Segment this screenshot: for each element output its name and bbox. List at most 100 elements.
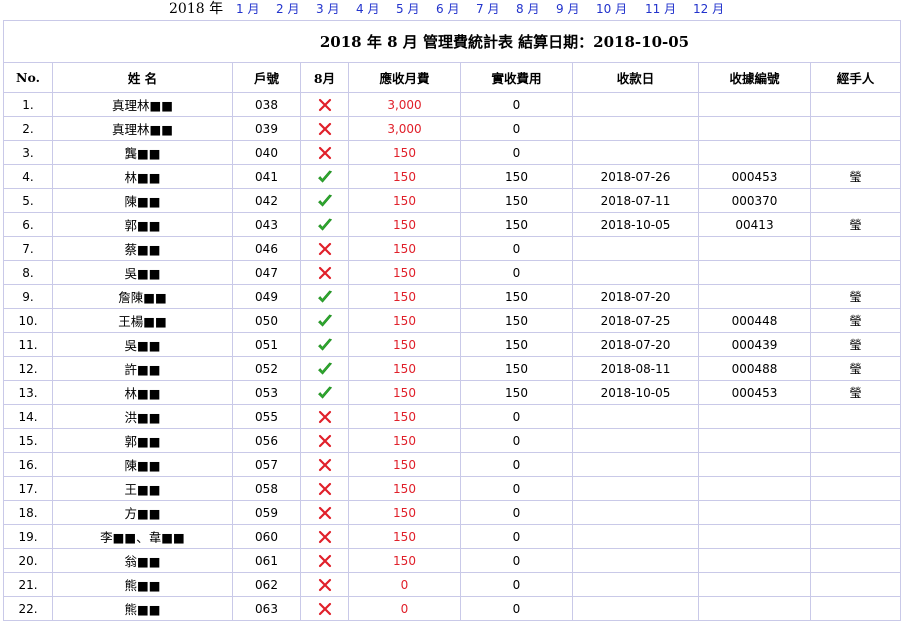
cell-receipt xyxy=(698,476,811,501)
cell-received: 0 xyxy=(460,452,573,477)
cell-mark xyxy=(300,260,349,285)
month-link-4[interactable]: 4 月 xyxy=(356,1,379,17)
cell-mark xyxy=(300,380,349,405)
cell-due: 150 xyxy=(348,356,461,381)
month-link-2[interactable]: 2 月 xyxy=(276,1,299,17)
cell-name: 翁■■ xyxy=(52,548,233,573)
cell-receipt: 000488 xyxy=(698,356,811,381)
cell-due: 150 xyxy=(348,380,461,405)
cell-receipt xyxy=(698,236,811,261)
cell-due: 150 xyxy=(348,428,461,453)
cell-unit: 046 xyxy=(232,236,301,261)
cell-unit: 052 xyxy=(232,356,301,381)
cell-handler: 瑩 xyxy=(810,332,901,357)
cell-due: 150 xyxy=(348,476,461,501)
cell-receipt: 000439 xyxy=(698,332,811,357)
table-row: 6. 郭■■ 043 150 150 2018-10-05 00413 瑩 xyxy=(3,212,901,237)
cell-handler xyxy=(810,572,901,597)
cross-icon xyxy=(318,242,331,255)
table-row: 7. 蔡■■ 046 150 0 xyxy=(3,236,901,261)
fee-table: 2018 年 8 月 管理費統計表 結算日期：2018-10-05 No. 姓 … xyxy=(3,20,901,621)
cell-receipt xyxy=(698,572,811,597)
month-link-1[interactable]: 1 月 xyxy=(236,1,259,17)
cell-date: 2018-10-05 xyxy=(572,212,699,237)
month-link-12[interactable]: 12 月 xyxy=(693,1,724,17)
cell-receipt: 000370 xyxy=(698,188,811,213)
cell-receipt xyxy=(698,116,811,141)
cell-date xyxy=(572,572,699,597)
cell-due: 3,000 xyxy=(348,92,461,117)
cell-mark xyxy=(300,596,349,621)
year-label: 2018 年 xyxy=(169,1,224,17)
cell-handler: 瑩 xyxy=(810,356,901,381)
cell-unit: 051 xyxy=(232,332,301,357)
cell-date xyxy=(572,452,699,477)
month-navigation: 2018 年 1 月 2 月 3 月 4 月 5 月 6 月 7 月 8 月 9… xyxy=(0,0,911,20)
month-link-8[interactable]: 8 月 xyxy=(516,1,539,17)
cell-handler xyxy=(810,596,901,621)
cross-icon xyxy=(318,122,331,135)
cell-name: 郭■■ xyxy=(52,212,233,237)
table-row: 8. 吳■■ 047 150 0 xyxy=(3,260,901,285)
cell-no: 4. xyxy=(3,164,53,189)
cell-received: 150 xyxy=(460,188,573,213)
cell-mark xyxy=(300,212,349,237)
cell-receipt xyxy=(698,452,811,477)
month-link-5[interactable]: 5 月 xyxy=(396,1,419,17)
check-icon xyxy=(317,217,332,231)
cell-name: 王■■ xyxy=(52,476,233,501)
cell-mark xyxy=(300,548,349,573)
cell-name: 真理林■■ xyxy=(52,116,233,141)
cell-mark xyxy=(300,236,349,261)
cell-due: 150 xyxy=(348,308,461,333)
header-no: No. xyxy=(3,62,53,93)
table-row: 19. 李■■、韋■■ 060 150 0 xyxy=(3,524,901,549)
cell-receipt: 000453 xyxy=(698,380,811,405)
cell-due: 150 xyxy=(348,284,461,309)
cell-received: 0 xyxy=(460,596,573,621)
cell-no: 12. xyxy=(3,356,53,381)
cell-handler xyxy=(810,188,901,213)
month-link-3[interactable]: 3 月 xyxy=(316,1,339,17)
cell-received: 0 xyxy=(460,572,573,597)
cell-receipt xyxy=(698,404,811,429)
check-icon xyxy=(317,337,332,351)
cell-unit: 056 xyxy=(232,428,301,453)
cell-date xyxy=(572,236,699,261)
cell-unit: 061 xyxy=(232,548,301,573)
cell-mark xyxy=(300,308,349,333)
check-icon xyxy=(317,313,332,327)
cell-name: 真理林■■ xyxy=(52,92,233,117)
cell-due: 150 xyxy=(348,164,461,189)
month-link-11[interactable]: 11 月 xyxy=(645,1,676,17)
month-link-9[interactable]: 9 月 xyxy=(556,1,579,17)
cell-unit: 055 xyxy=(232,404,301,429)
cell-due: 150 xyxy=(348,140,461,165)
cell-mark xyxy=(300,332,349,357)
cell-date xyxy=(572,260,699,285)
month-link-7[interactable]: 7 月 xyxy=(476,1,499,17)
cell-date: 2018-07-20 xyxy=(572,332,699,357)
month-link-6[interactable]: 6 月 xyxy=(436,1,459,17)
cell-no: 7. xyxy=(3,236,53,261)
table-row: 13. 林■■ 053 150 150 2018-10-05 000453 瑩 xyxy=(3,380,901,405)
cell-receipt xyxy=(698,260,811,285)
cell-mark xyxy=(300,356,349,381)
cell-date: 2018-07-26 xyxy=(572,164,699,189)
cell-due: 150 xyxy=(348,452,461,477)
cell-received: 150 xyxy=(460,380,573,405)
check-icon xyxy=(317,385,332,399)
header-received: 實收費用 xyxy=(460,62,573,93)
table-row: 10. 王楊■■ 050 150 150 2018-07-25 000448 瑩 xyxy=(3,308,901,333)
cell-received: 0 xyxy=(460,92,573,117)
table-row: 17. 王■■ 058 150 0 xyxy=(3,476,901,501)
cell-date: 2018-10-05 xyxy=(572,380,699,405)
cell-received: 150 xyxy=(460,308,573,333)
cell-received: 0 xyxy=(460,500,573,525)
month-link-10[interactable]: 10 月 xyxy=(596,1,627,17)
cell-date: 2018-07-25 xyxy=(572,308,699,333)
cell-no: 10. xyxy=(3,308,53,333)
cell-handler xyxy=(810,260,901,285)
cell-due: 0 xyxy=(348,596,461,621)
cell-handler xyxy=(810,548,901,573)
